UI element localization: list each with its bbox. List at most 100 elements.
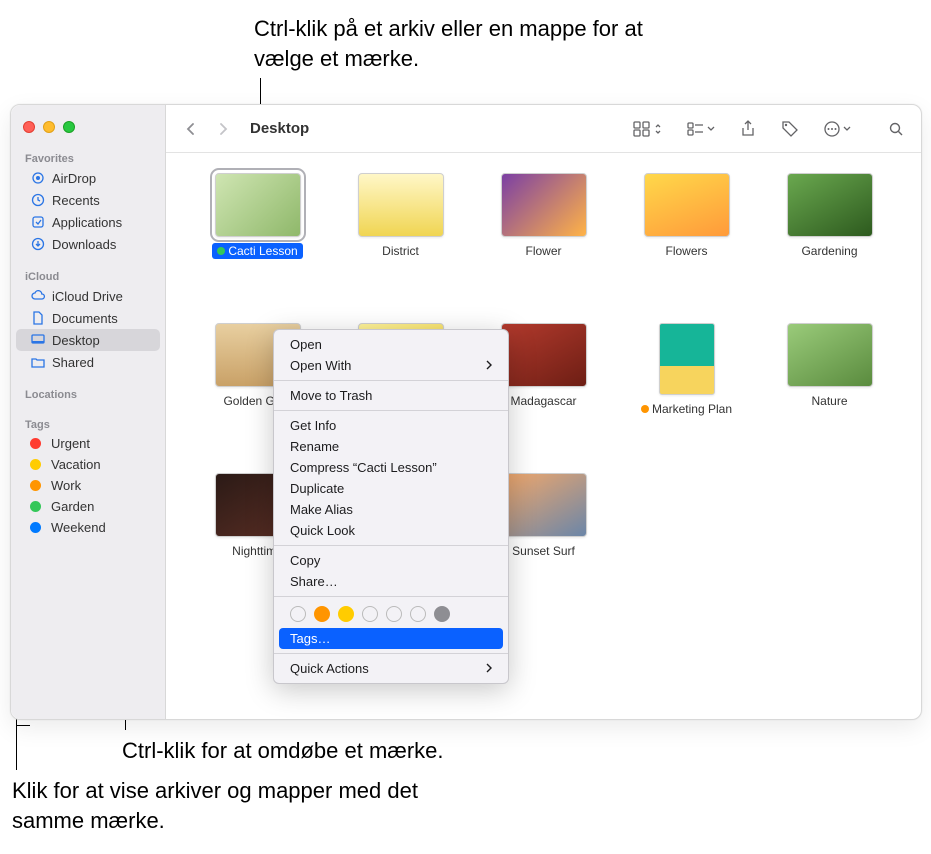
search-button[interactable] bbox=[883, 116, 909, 142]
tag-dot-icon bbox=[217, 247, 225, 255]
file-item[interactable]: Gardening bbox=[768, 173, 891, 303]
back-button[interactable] bbox=[178, 116, 204, 142]
close-button[interactable] bbox=[23, 121, 35, 133]
menu-item[interactable]: Open bbox=[274, 334, 508, 355]
sidebar-item-applications[interactable]: Applications bbox=[16, 211, 160, 233]
menu-item-label: Open bbox=[290, 337, 322, 352]
tag-dot-icon bbox=[30, 501, 41, 512]
tag-color-swatch[interactable] bbox=[290, 606, 306, 622]
sidebar-item-documents[interactable]: Documents bbox=[16, 307, 160, 329]
menu-separator bbox=[274, 596, 508, 597]
sidebar-item-icloud-drive[interactable]: iCloud Drive bbox=[16, 285, 160, 307]
sidebar-tag-urgent[interactable]: Urgent bbox=[16, 433, 160, 454]
sidebar-tag-weekend[interactable]: Weekend bbox=[16, 517, 160, 538]
tag-color-swatch[interactable] bbox=[386, 606, 402, 622]
menu-item-label: Rename bbox=[290, 439, 339, 454]
sidebar-item-label: Weekend bbox=[51, 520, 106, 535]
file-item[interactable]: Flowers bbox=[625, 173, 748, 303]
menu-item[interactable]: Make Alias bbox=[274, 499, 508, 520]
sidebar-section-favorites: Favorites bbox=[11, 147, 165, 167]
file-thumbnail[interactable] bbox=[501, 173, 587, 237]
desktop-icon bbox=[30, 332, 46, 348]
group-button[interactable] bbox=[683, 116, 719, 142]
toolbar: Desktop bbox=[166, 105, 921, 153]
callout-top: Ctrl-klik på et arkiv eller en mappe for… bbox=[254, 14, 674, 73]
file-name: Marketing Plan bbox=[636, 401, 737, 417]
file-name-label: Madagascar bbox=[510, 394, 576, 408]
menu-item-label: Compress “Cacti Lesson” bbox=[290, 460, 437, 475]
file-item[interactable]: District bbox=[339, 173, 462, 303]
file-thumbnail[interactable] bbox=[787, 323, 873, 387]
chevron-right-icon bbox=[485, 661, 492, 676]
menu-item-label: Move to Trash bbox=[290, 388, 372, 403]
callout-bottom-line bbox=[16, 725, 17, 770]
sidebar-tag-vacation[interactable]: Vacation bbox=[16, 454, 160, 475]
minimize-button[interactable] bbox=[43, 121, 55, 133]
sidebar-item-label: Documents bbox=[52, 311, 118, 326]
sidebar-tag-garden[interactable]: Garden bbox=[16, 496, 160, 517]
menu-item[interactable]: Duplicate bbox=[274, 478, 508, 499]
tag-color-swatch[interactable] bbox=[338, 606, 354, 622]
menu-separator bbox=[274, 380, 508, 381]
menu-item[interactable]: Rename bbox=[274, 436, 508, 457]
file-item[interactable]: Flower bbox=[482, 173, 605, 303]
file-name: Sunset Surf bbox=[507, 543, 580, 559]
sidebar-item-recents[interactable]: Recents bbox=[16, 189, 160, 211]
sidebar-item-desktop[interactable]: Desktop bbox=[16, 329, 160, 351]
sidebar-item-airdrop[interactable]: AirDrop bbox=[16, 167, 160, 189]
finder-window: Favorites AirDrop Recents Applications D… bbox=[10, 104, 922, 720]
file-thumbnail[interactable] bbox=[787, 173, 873, 237]
menu-item[interactable]: Get Info bbox=[274, 415, 508, 436]
chevron-down-icon bbox=[707, 126, 715, 132]
more-button[interactable] bbox=[819, 116, 855, 142]
sidebar-item-label: Work bbox=[51, 478, 81, 493]
location-title: Desktop bbox=[250, 120, 309, 137]
tag-color-swatch[interactable] bbox=[362, 606, 378, 622]
sidebar-item-label: iCloud Drive bbox=[52, 289, 123, 304]
menu-item-label: Tags… bbox=[290, 631, 330, 646]
file-item[interactable]: Marketing Plan bbox=[625, 323, 748, 453]
zoom-button[interactable] bbox=[63, 121, 75, 133]
sidebar-tag-work[interactable]: Work bbox=[16, 475, 160, 496]
menu-item[interactable]: Quick Look bbox=[274, 520, 508, 541]
menu-item[interactable]: Tags… bbox=[279, 628, 503, 649]
file-thumbnail[interactable] bbox=[659, 323, 715, 395]
menu-item[interactable]: Share… bbox=[274, 571, 508, 592]
file-thumbnail[interactable] bbox=[358, 173, 444, 237]
menu-item-label: Quick Actions bbox=[290, 661, 369, 676]
share-button[interactable] bbox=[735, 116, 761, 142]
sidebar-item-label: Vacation bbox=[51, 457, 101, 472]
file-name-label: Cacti Lesson bbox=[228, 244, 297, 258]
file-item[interactable]: Cacti Lesson bbox=[196, 173, 319, 303]
file-thumbnail[interactable] bbox=[501, 473, 587, 537]
sidebar-item-downloads[interactable]: Downloads bbox=[16, 233, 160, 255]
menu-item-label: Quick Look bbox=[290, 523, 355, 538]
menu-item[interactable]: Copy bbox=[274, 550, 508, 571]
file-name-label: Flowers bbox=[665, 244, 707, 258]
share-icon bbox=[740, 120, 756, 138]
menu-item[interactable]: Open With bbox=[274, 355, 508, 376]
downloads-icon bbox=[30, 236, 46, 252]
file-name-label: Gardening bbox=[801, 244, 857, 258]
sidebar-item-shared[interactable]: Shared bbox=[16, 351, 160, 373]
menu-tags-row bbox=[274, 601, 508, 628]
file-thumbnail[interactable] bbox=[644, 173, 730, 237]
view-switcher[interactable] bbox=[629, 116, 667, 142]
sidebar-item-label: Desktop bbox=[52, 333, 100, 348]
sidebar-item-label: Recents bbox=[52, 193, 100, 208]
tag-color-swatch[interactable] bbox=[314, 606, 330, 622]
menu-item[interactable]: Move to Trash bbox=[274, 385, 508, 406]
file-item[interactable]: Nature bbox=[768, 323, 891, 453]
file-thumbnail[interactable] bbox=[501, 323, 587, 387]
sidebar-section-locations: Locations bbox=[11, 383, 165, 403]
file-thumbnail[interactable] bbox=[215, 173, 301, 237]
tag-color-swatch[interactable] bbox=[434, 606, 450, 622]
menu-item-label: Make Alias bbox=[290, 502, 353, 517]
file-name: Gardening bbox=[796, 243, 862, 259]
tag-color-swatch[interactable] bbox=[410, 606, 426, 622]
menu-item[interactable]: Quick Actions bbox=[274, 658, 508, 679]
forward-button[interactable] bbox=[210, 116, 236, 142]
tags-button[interactable] bbox=[777, 116, 803, 142]
file-name-label: Nature bbox=[811, 394, 847, 408]
menu-item[interactable]: Compress “Cacti Lesson” bbox=[274, 457, 508, 478]
